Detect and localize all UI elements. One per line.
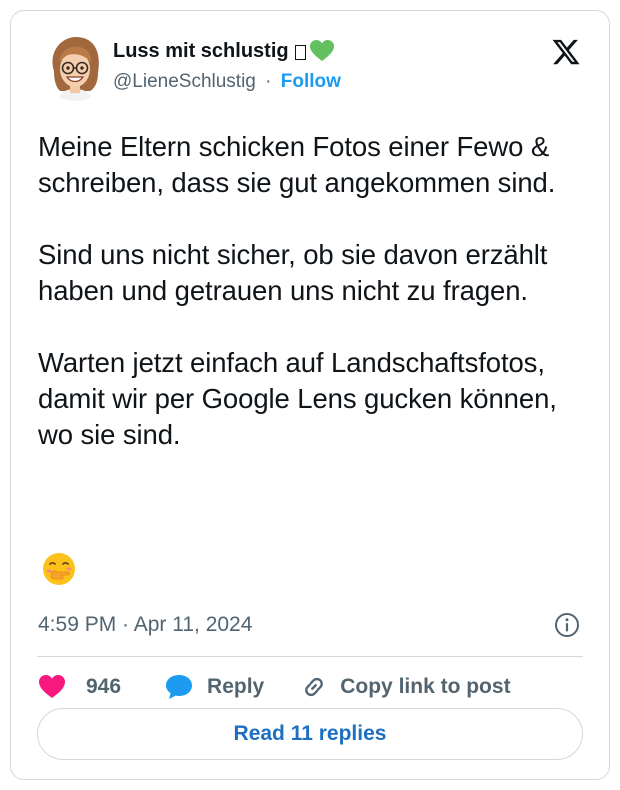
like-button[interactable]: 946 — [38, 674, 121, 700]
avatar[interactable] — [40, 31, 110, 101]
speech-bubble-icon — [166, 675, 193, 699]
author-name-text: Luss mit schlustig — [113, 40, 289, 62]
x-logo-icon[interactable] — [551, 37, 581, 67]
tweet-card: Luss mit schlustig @LieneSchlustig · Fol… — [10, 10, 610, 780]
read-replies-button[interactable]: Read 11 replies — [37, 708, 583, 760]
tweet-timestamp[interactable]: 4:59 PM · Apr 11, 2024 — [38, 611, 252, 639]
copy-link-label: Copy link to post — [340, 675, 511, 698]
green-heart-icon — [309, 40, 334, 61]
action-bar: 946 Reply Copy link to post — [38, 669, 511, 705]
reply-label: Reply — [207, 675, 265, 698]
reply-button[interactable]: Reply — [165, 674, 264, 700]
author-handle[interactable]: @LieneSchlustig — [113, 71, 256, 92]
tweet-text: Meine Eltern schicken Fotos einer Fewo &… — [38, 131, 557, 450]
copy-link-button[interactable]: Copy link to post — [300, 673, 511, 701]
avatar-image — [52, 37, 99, 101]
author-handle-row: @LieneSchlustig · Follow — [113, 70, 341, 94]
face-with-hand-over-mouth-icon — [41, 551, 77, 587]
info-icon[interactable] — [553, 611, 581, 639]
follow-button[interactable]: Follow — [281, 71, 341, 92]
handle-separator: · — [265, 71, 272, 92]
like-count: 946 — [86, 675, 122, 698]
read-replies-label: Read 11 replies — [233, 722, 387, 745]
heart-icon — [39, 675, 65, 698]
link-icon — [305, 677, 324, 697]
author-display-name[interactable]: Luss mit schlustig — [113, 38, 335, 64]
divider — [37, 656, 583, 657]
missing-glyph-icon — [294, 44, 306, 60]
